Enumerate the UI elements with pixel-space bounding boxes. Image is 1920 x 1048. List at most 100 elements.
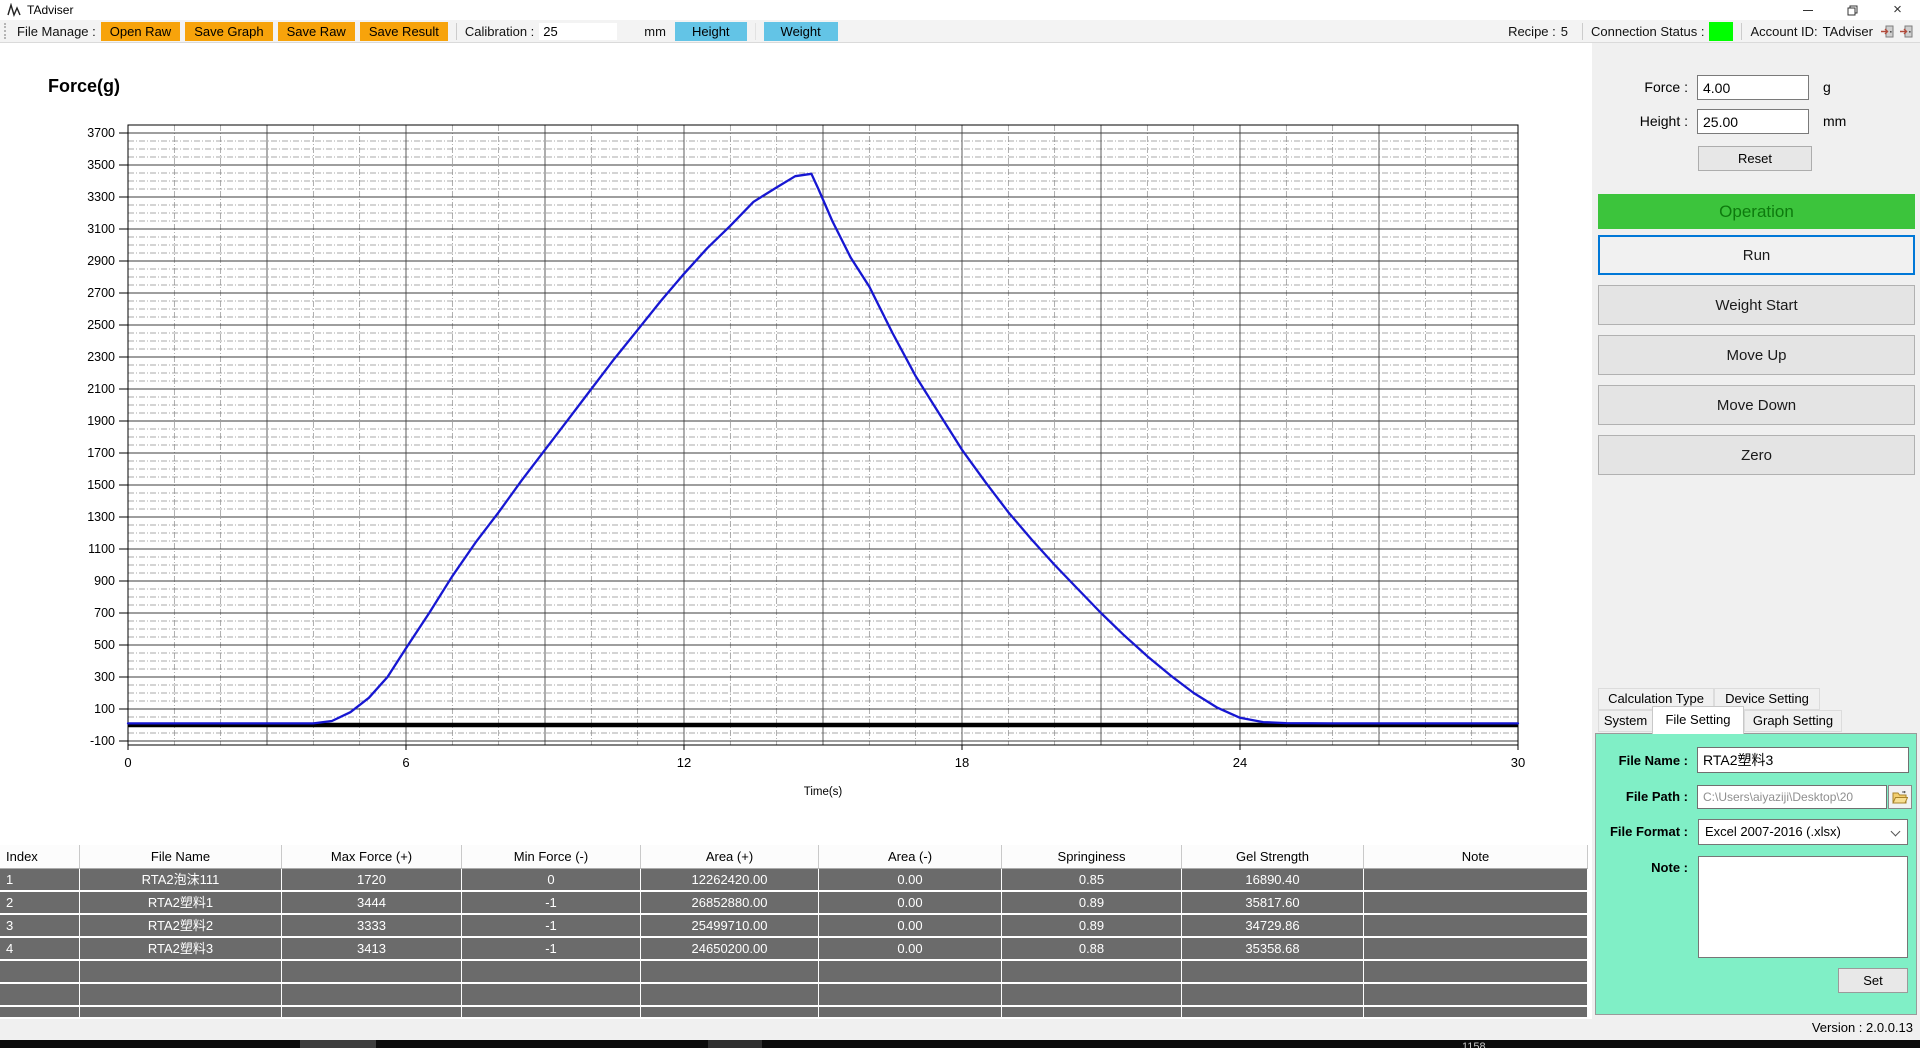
tab-file-setting[interactable]: File Setting [1652,706,1744,734]
table-cell[interactable] [282,1007,462,1019]
table-cell[interactable]: 35817.60 [1182,892,1364,913]
table-cell[interactable]: 2 [0,892,80,913]
table-row[interactable]: 1RTA2泡沫1111720012262420.000.000.8516890.… [0,869,1592,892]
table-cell[interactable]: 0.00 [819,892,1002,913]
table-row[interactable]: 3RTA2塑料23333-125499710.000.000.8934729.8… [0,915,1592,938]
table-row[interactable] [0,1007,1592,1019]
table-cell[interactable]: 1720 [282,869,462,890]
table-cell[interactable] [1364,961,1588,982]
tab-graph-setting[interactable]: Graph Setting [1744,710,1842,732]
close-button[interactable]: × [1875,0,1920,20]
taskbar-app-block[interactable] [300,1040,376,1048]
login-icon[interactable] [1880,24,1895,39]
table-cell[interactable] [0,984,80,1005]
table-cell[interactable] [462,1007,641,1019]
table-cell[interactable] [1182,961,1364,982]
table-cell[interactable]: 3 [0,915,80,936]
table-cell[interactable]: 3413 [282,938,462,959]
taskbar-app-block[interactable] [708,1040,762,1048]
file-format-select[interactable]: Excel 2007-2016 (.xlsx) [1698,819,1908,845]
table-cell[interactable]: 26852880.00 [641,892,819,913]
table-cell[interactable]: 16890.40 [1182,869,1364,890]
save-graph-button[interactable]: Save Graph [185,22,272,41]
table-cell[interactable] [1364,915,1588,936]
restore-button[interactable] [1830,0,1875,20]
table-cell[interactable]: 0.85 [1002,869,1182,890]
save-raw-button[interactable]: Save Raw [278,22,355,41]
table-cell[interactable] [641,984,819,1005]
table-cell[interactable]: 0.00 [819,938,1002,959]
file-path-field[interactable]: C:\Users\aiyaziji\Desktop\20 [1697,785,1887,809]
height-mode-button[interactable]: Height [675,22,747,41]
table-cell[interactable]: -1 [462,915,641,936]
table-cell[interactable]: 3444 [282,892,462,913]
table-cell[interactable]: 0.89 [1002,892,1182,913]
table-cell[interactable] [80,984,282,1005]
zero-button[interactable]: Zero [1598,435,1915,475]
move-down-button[interactable]: Move Down [1598,385,1915,425]
table-cell[interactable] [1002,984,1182,1005]
table-cell[interactable]: 0.00 [819,869,1002,890]
table-cell[interactable]: 12262420.00 [641,869,819,890]
weight-mode-button[interactable]: Weight [764,22,838,41]
move-up-button[interactable]: Move Up [1598,335,1915,375]
height-input[interactable] [1697,109,1809,134]
table-cell[interactable]: -1 [462,938,641,959]
table-cell[interactable] [819,1007,1002,1019]
table-cell[interactable] [1182,984,1364,1005]
table-cell[interactable] [0,961,80,982]
table-cell[interactable]: 0.88 [1002,938,1182,959]
table-cell[interactable] [819,984,1002,1005]
table-cell[interactable] [641,961,819,982]
table-cell[interactable] [80,1007,282,1019]
table-cell[interactable]: 3333 [282,915,462,936]
table-cell[interactable] [1364,984,1588,1005]
table-cell[interactable] [462,984,641,1005]
weight-start-button[interactable]: Weight Start [1598,285,1915,325]
table-cell[interactable] [80,961,282,982]
browse-folder-button[interactable] [1888,785,1912,809]
open-raw-button[interactable]: Open Raw [101,22,180,41]
logout-icon[interactable] [1899,24,1914,39]
table-cell[interactable] [1002,961,1182,982]
table-cell[interactable] [1364,1007,1588,1019]
table-cell[interactable] [462,961,641,982]
table-cell[interactable] [1364,869,1588,890]
run-button[interactable]: Run [1598,235,1915,275]
table-cell[interactable]: 1 [0,869,80,890]
table-cell[interactable]: 24650200.00 [641,938,819,959]
table-cell[interactable] [282,961,462,982]
table-cell[interactable] [0,1007,80,1019]
calibration-input[interactable] [539,23,617,40]
table-cell[interactable] [1364,938,1588,959]
table-cell[interactable]: -1 [462,892,641,913]
table-cell[interactable] [641,1007,819,1019]
table-cell[interactable]: RTA2泡沫111 [80,869,282,890]
set-button[interactable]: Set [1838,968,1908,993]
force-input[interactable] [1697,75,1809,100]
file-name-input[interactable] [1697,747,1909,773]
tab-system[interactable]: System [1598,710,1653,732]
table-cell[interactable]: 25499710.00 [641,915,819,936]
minimize-button[interactable] [1785,0,1830,20]
table-row[interactable]: 4RTA2塑料33413-124650200.000.000.8835358.6… [0,938,1592,961]
table-cell[interactable] [1364,892,1588,913]
table-cell[interactable]: 0.89 [1002,915,1182,936]
table-cell[interactable]: RTA2塑料3 [80,938,282,959]
table-cell[interactable]: 35358.68 [1182,938,1364,959]
table-cell[interactable]: 0.00 [819,915,1002,936]
table-cell[interactable]: 4 [0,938,80,959]
table-cell[interactable] [282,984,462,1005]
save-result-button[interactable]: Save Result [360,22,448,41]
table-cell[interactable] [1002,1007,1182,1019]
table-cell[interactable] [819,961,1002,982]
table-row[interactable]: 2RTA2塑料13444-126852880.000.000.8935817.6… [0,892,1592,915]
table-row[interactable] [0,961,1592,984]
table-cell[interactable]: 0 [462,869,641,890]
table-cell[interactable]: RTA2塑料2 [80,915,282,936]
note-textarea[interactable] [1698,856,1908,958]
table-cell[interactable]: RTA2塑料1 [80,892,282,913]
table-row[interactable] [0,984,1592,1007]
table-cell[interactable] [1182,1007,1364,1019]
table-cell[interactable]: 34729.86 [1182,915,1364,936]
